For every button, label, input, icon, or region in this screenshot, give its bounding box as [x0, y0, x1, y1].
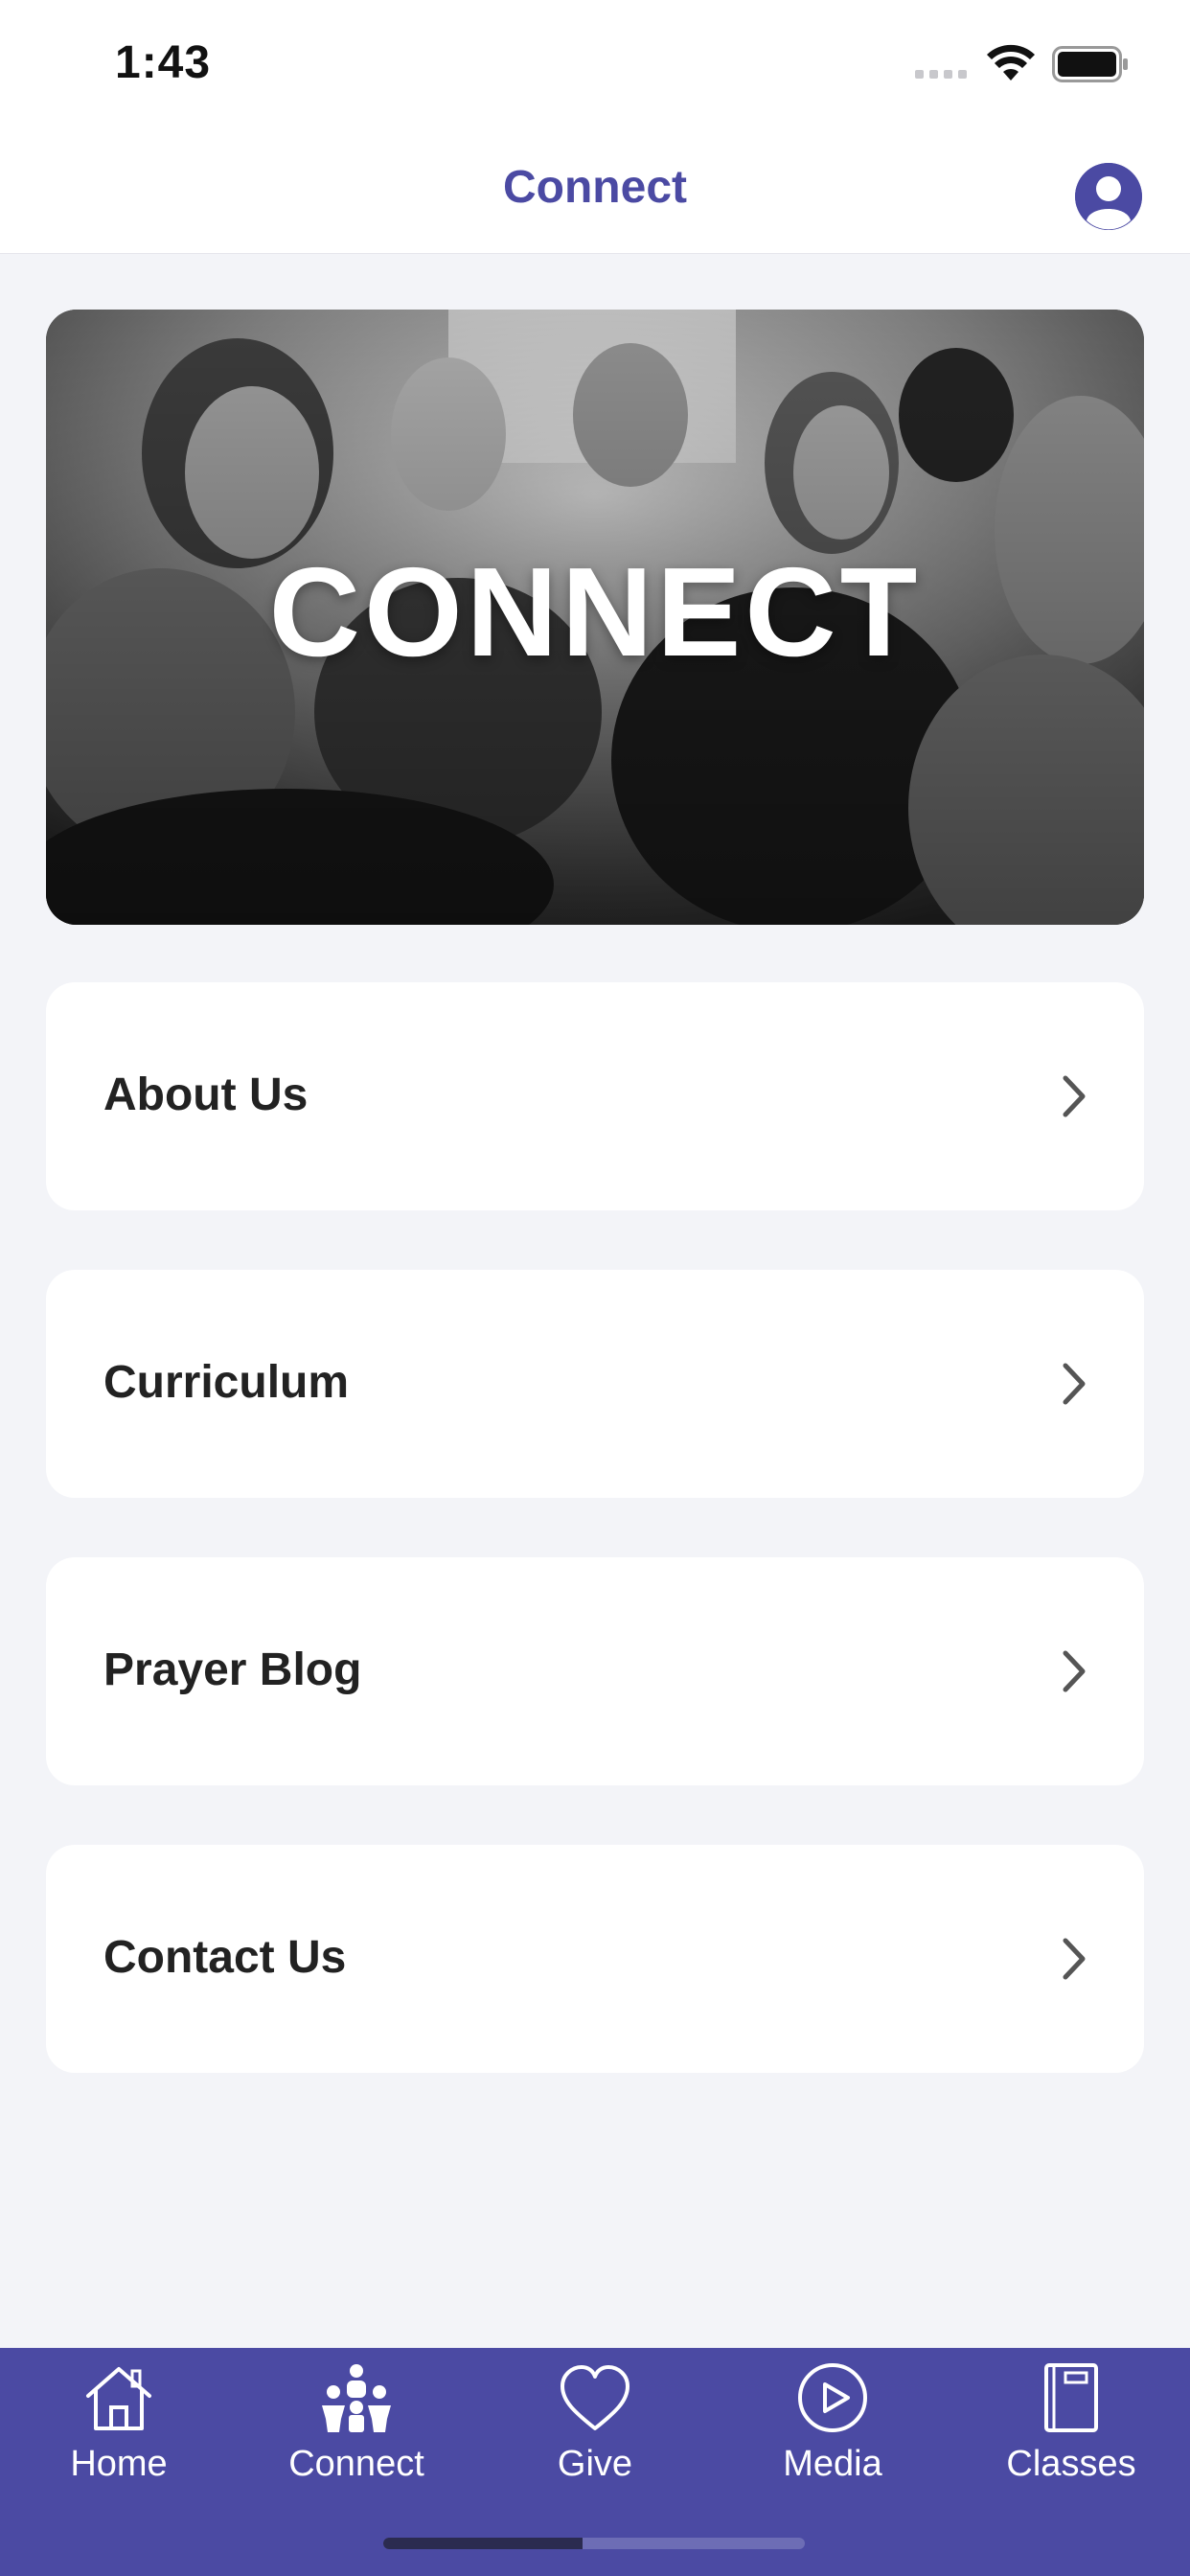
tab-give[interactable]: Give	[476, 2348, 714, 2501]
chevron-right-icon	[1063, 1363, 1086, 1405]
hero-title: CONNECT	[268, 541, 922, 682]
tab-media[interactable]: Media	[714, 2348, 951, 2501]
wifi-icon	[987, 44, 1035, 80]
tab-label: Media	[783, 2444, 882, 2484]
chevron-right-icon	[1063, 1938, 1086, 1980]
profile-button[interactable]	[1075, 163, 1142, 230]
heart-icon	[561, 2365, 629, 2430]
tab-home[interactable]: Home	[0, 2348, 238, 2501]
menu-item-prayer-blog[interactable]: Prayer Blog	[46, 1557, 1144, 1785]
hero-banner: CONNECT	[46, 310, 1144, 925]
user-avatar-icon	[1075, 163, 1142, 230]
book-icon	[1044, 2363, 1098, 2432]
chevron-right-icon	[1063, 1075, 1086, 1117]
people-icon	[322, 2364, 391, 2432]
menu-list: About Us Curriculum Prayer Blog Contact …	[46, 982, 1144, 2132]
menu-item-label: Curriculum	[103, 1357, 350, 1408]
home-icon	[86, 2367, 151, 2430]
chevron-right-icon	[1063, 1650, 1086, 1692]
tab-label: Home	[70, 2444, 168, 2484]
tab-label: Connect	[288, 2444, 424, 2484]
tab-label: Classes	[1006, 2444, 1136, 2484]
play-icon	[798, 2363, 867, 2432]
tab-classes[interactable]: Classes	[952, 2348, 1190, 2501]
menu-item-label: About Us	[103, 1070, 309, 1120]
tab-connect[interactable]: Connect	[238, 2348, 475, 2501]
status-time: 1:43	[115, 37, 212, 88]
menu-item-label: Prayer Blog	[103, 1644, 362, 1695]
tab-label: Give	[557, 2444, 633, 2484]
home-indicator[interactable]	[383, 2538, 805, 2549]
cellular-signal-icon	[915, 70, 967, 79]
nav-header: Connect	[0, 134, 1190, 254]
menu-item-contact-us[interactable]: Contact Us	[46, 1845, 1144, 2073]
page-title: Connect	[503, 162, 687, 213]
menu-item-curriculum[interactable]: Curriculum	[46, 1270, 1144, 1498]
battery-icon	[1052, 46, 1128, 82]
menu-item-label: Contact Us	[103, 1932, 347, 1983]
status-bar: 1:43	[0, 0, 1190, 134]
menu-item-about-us[interactable]: About Us	[46, 982, 1144, 1210]
